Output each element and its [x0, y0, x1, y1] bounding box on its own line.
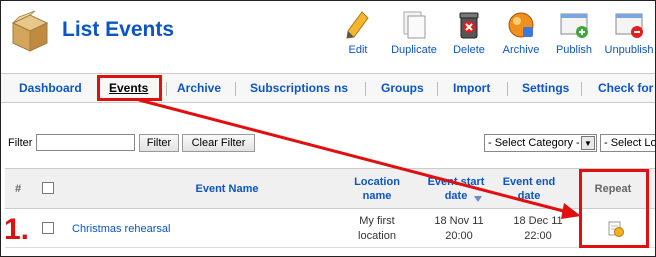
filter-label: Filter [8, 137, 33, 149]
delete-label: Delete [453, 44, 485, 56]
category-select-value: - Select Category - [488, 137, 580, 149]
publish-button[interactable]: Publish [544, 9, 604, 59]
submenu-item-check-for[interactable]: Check for [598, 81, 653, 95]
category-select[interactable]: - Select Category - ▼ [484, 134, 597, 152]
submenu-item-settings[interactable]: Settings [522, 81, 569, 95]
unpublish-button[interactable]: Unpublish [599, 9, 655, 59]
col-header-location[interactable]: Location name [344, 175, 410, 203]
submenu-divider [166, 82, 167, 96]
archive-button[interactable]: Archive [491, 9, 551, 59]
submenu-divider [581, 82, 582, 96]
chevron-down-icon: ▼ [581, 136, 595, 150]
events-highlight-box [97, 75, 162, 101]
unpublish-label: Unpublish [604, 44, 654, 56]
duplicate-button[interactable]: Duplicate [384, 9, 444, 59]
event-end-date: 18 Dec 11 [513, 215, 563, 227]
col-header-num: # [14, 183, 22, 195]
publish-label: Publish [555, 44, 593, 56]
submenu-item-groups[interactable]: Groups [381, 81, 424, 95]
submenu-divider [365, 82, 366, 96]
location-select[interactable]: - Select Lo [600, 134, 656, 152]
submenu-item-archive[interactable]: Archive [177, 81, 221, 95]
submenu-divider [507, 82, 508, 96]
select-all-checkbox[interactable] [42, 182, 54, 194]
duplicate-label: Duplicate [391, 44, 437, 56]
filter-bar: Filter Filter Clear Filter - Select Cate… [1, 131, 656, 155]
clear-filter-button[interactable]: Clear Filter [182, 134, 255, 152]
table-row: Christmas rehearsal My first location 18… [5, 210, 655, 248]
event-name-link[interactable]: Christmas rehearsal [72, 222, 170, 237]
table-header: # Event Name Location name Event start d… [5, 169, 655, 209]
submenu-item-dashboard[interactable]: Dashboard [19, 81, 82, 95]
filter-input[interactable] [36, 134, 135, 151]
submenu-item-subscriptions[interactable]: Subscriptions [250, 81, 330, 95]
col-header-end-date[interactable]: Event end date [499, 175, 559, 203]
box-logo-icon [9, 9, 51, 53]
archive-icon [508, 12, 534, 38]
document-copy-icon [403, 11, 426, 39]
step-number: 1. [4, 213, 30, 246]
event-start-time: 20:00 [445, 230, 473, 242]
archive-label: Archive [502, 44, 540, 56]
submenu-divider [235, 82, 236, 96]
sort-desc-icon[interactable] [474, 196, 482, 202]
page-title: List Events [62, 18, 175, 41]
header: List Events Edit Duplicate Delete Archiv… [1, 1, 655, 63]
publish-icon [560, 13, 588, 38]
event-start-date: 18 Nov 11 [434, 215, 484, 227]
event-end-time: 22:00 [524, 230, 552, 242]
window: List Events Edit Duplicate Delete Archiv… [0, 0, 656, 257]
delete-button[interactable]: Delete [439, 9, 499, 59]
submenu-divider [437, 82, 438, 96]
events-table: # Event Name Location name Event start d… [5, 168, 655, 250]
pencil-icon [346, 11, 369, 39]
row-checkbox[interactable] [42, 222, 54, 234]
filter-button[interactable]: Filter [139, 134, 179, 152]
repeat-highlight-box [579, 169, 649, 248]
submenu-item-import[interactable]: Import [453, 81, 490, 95]
event-location: My first location [358, 215, 396, 242]
trash-icon [459, 12, 479, 39]
location-select-value: - Select Lo [604, 137, 656, 149]
edit-label: Edit [348, 44, 368, 56]
submenu-item-truncated[interactable]: ns [334, 81, 348, 95]
col-header-event-name[interactable]: Event Name [150, 182, 304, 196]
unpublish-icon [615, 13, 643, 38]
edit-button[interactable]: Edit [328, 9, 388, 59]
